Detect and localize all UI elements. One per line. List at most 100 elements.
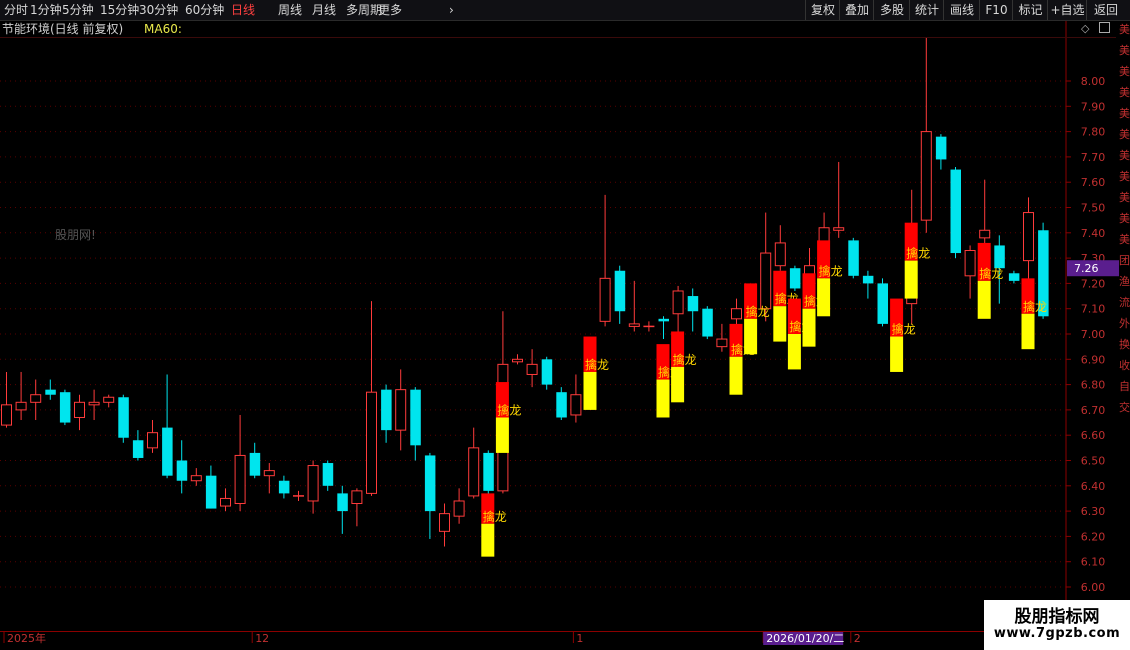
toolbar-action-1[interactable]: 叠加 — [839, 0, 874, 20]
tab-period-7[interactable]: 周线 — [278, 2, 302, 18]
candle — [59, 389, 71, 426]
side-panel-char: 美 — [1119, 191, 1130, 204]
signal-bar: 擒龙 — [583, 336, 609, 410]
toolbar-action-2[interactable]: 多股 — [873, 0, 910, 20]
candle-body — [337, 493, 348, 512]
price-tick-label: 6.30 — [1081, 505, 1106, 518]
toolbar-action-8[interactable]: 返回 — [1086, 0, 1125, 20]
candle-body — [979, 229, 991, 239]
price-tick-label: 7.40 — [1081, 227, 1106, 240]
candle-body — [731, 308, 742, 320]
tab-period-3[interactable]: 15分钟 — [100, 2, 139, 18]
candle-body — [541, 359, 553, 385]
tab-period-10[interactable]: 更多 — [378, 2, 402, 18]
candle — [702, 306, 713, 340]
signal-label: 擒龙 — [585, 357, 609, 372]
panel-toggle-icon[interactable] — [1099, 22, 1110, 33]
toolbar-action-7[interactable]: +自选 — [1047, 0, 1087, 20]
signal-yellow-block — [1021, 313, 1035, 350]
candle — [877, 278, 888, 327]
side-panel-char: 外 — [1119, 317, 1130, 330]
tab-period-4[interactable]: 30分钟 — [139, 2, 178, 18]
candle-body — [322, 463, 334, 486]
signal-yellow-block — [787, 334, 801, 370]
candle — [1023, 197, 1034, 284]
current-price-label: 7.26 — [1074, 262, 1099, 275]
candle — [307, 460, 319, 514]
price-tick-label: 8.00 — [1081, 75, 1106, 88]
chevron-right-icon[interactable]: › — [449, 2, 454, 18]
tab-period-8[interactable]: 月线 — [312, 2, 336, 18]
candle-body — [88, 401, 100, 406]
toolbar-action-3[interactable]: 统计 — [909, 0, 944, 20]
side-panel-char: 美 — [1119, 86, 1130, 99]
time-label: 1 — [576, 632, 583, 645]
signal-yellow-block — [802, 308, 816, 347]
candle-body — [614, 270, 626, 312]
tab-period-5[interactable]: 60分钟 — [185, 2, 224, 18]
period-toolbar: 分时 1分钟 5分钟 15分钟 30分钟 60分钟 日线 周线 月线 多周期 更多 › 复权 叠加 多股统… — [0, 0, 1130, 21]
candle-body — [307, 465, 319, 502]
signal-yellow-block — [729, 356, 743, 395]
candle — [366, 301, 377, 496]
signal-label: 擒龙 — [819, 263, 843, 278]
toolbar-action-6[interactable]: 标记 — [1012, 0, 1048, 20]
candle — [848, 237, 859, 279]
side-panel-char: 收 — [1119, 359, 1130, 372]
signal-yellow-block — [773, 306, 787, 342]
toolbar-action-0[interactable]: 复权 — [805, 0, 840, 20]
side-panel-char: 团 — [1119, 254, 1130, 267]
toolbar-action-5[interactable]: F10 — [979, 0, 1013, 20]
price-tick-label: 7.20 — [1081, 277, 1106, 290]
tab-period-1[interactable]: 1分钟 — [30, 2, 62, 18]
candle — [658, 316, 669, 340]
signal-bar: 擒龙 — [817, 240, 843, 317]
tab-period-9[interactable]: 多周期 — [346, 2, 382, 18]
candle-body — [599, 277, 611, 322]
price-tick-label: 6.80 — [1081, 379, 1106, 392]
price-tick-label: 7.00 — [1081, 328, 1106, 341]
price-tick-label: 7.90 — [1081, 100, 1106, 113]
signal-bar: 擒龙 — [495, 382, 521, 453]
candle-body — [1008, 273, 1020, 281]
candle — [30, 379, 42, 421]
candle-body — [162, 427, 173, 476]
candle — [410, 387, 421, 461]
candle — [468, 427, 480, 499]
candlestick-chart[interactable]: 擒龙擒龙擒龙擒龙擒龙擒龙擒龙擒龙擒龙擒龙擒龙擒龙擒龙擒龙擒龙 8.007.907… — [0, 0, 1130, 650]
candle-body — [877, 283, 888, 324]
price-grid — [0, 20, 1116, 632]
candle-body — [483, 452, 494, 491]
diamond-icon[interactable]: ◇ — [1081, 22, 1089, 35]
candle-body — [395, 389, 407, 431]
candle-body — [687, 296, 699, 312]
signal-label: 擒龙 — [979, 266, 1003, 281]
candle — [1, 371, 12, 428]
candle-body — [118, 397, 129, 438]
candle — [789, 265, 801, 291]
candle-body — [789, 268, 801, 289]
tab-period-2[interactable]: 5分钟 — [62, 2, 94, 18]
candle-body — [453, 500, 465, 517]
candle — [103, 394, 115, 408]
candle — [599, 194, 611, 327]
candle-body — [132, 440, 144, 458]
candle — [351, 488, 363, 527]
candle-body — [30, 394, 42, 403]
candle — [556, 387, 567, 421]
candle-body — [190, 475, 202, 482]
candles — [1, 37, 1049, 547]
candle-body — [381, 389, 392, 431]
signal-yellow-block — [671, 366, 685, 403]
candle — [118, 394, 129, 443]
tab-period-6[interactable]: 日线 — [231, 2, 255, 18]
tab-period-0[interactable]: 分时 — [4, 2, 28, 18]
signal-yellow-block — [656, 379, 670, 418]
price-tick-label: 6.10 — [1081, 556, 1106, 569]
price-tick-label: 6.00 — [1081, 581, 1106, 594]
price-tick-label: 7.10 — [1081, 303, 1106, 316]
toolbar-action-4[interactable]: 画线 — [943, 0, 980, 20]
signal-yellow-block — [481, 523, 495, 557]
time-label: 2026/01/20/二 — [766, 632, 844, 645]
candle-body — [15, 401, 27, 411]
